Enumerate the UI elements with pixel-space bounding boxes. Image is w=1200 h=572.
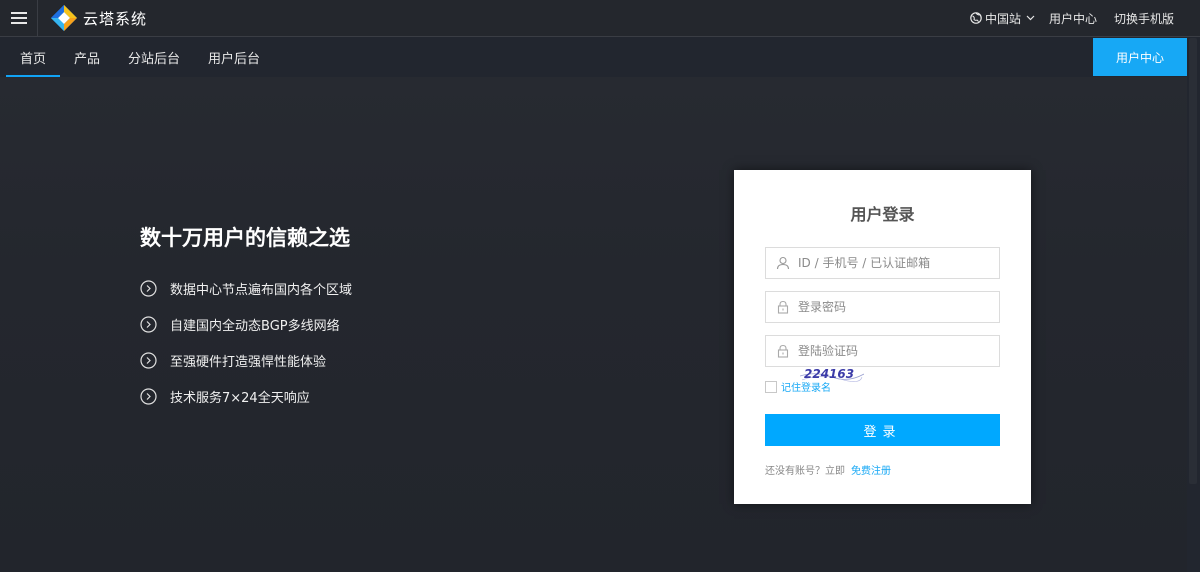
top-bar: 云塔系统 中国站 用户中心 切换手机版	[0, 0, 1200, 37]
mobile-version-link[interactable]: 切换手机版	[1114, 10, 1174, 27]
register-row: 还没有账号？立即 免费注册	[765, 462, 891, 477]
circle-chevron-right-icon	[140, 279, 157, 297]
feature-item: 自建国内全动态BGP多线网络	[140, 315, 352, 334]
globe-icon	[970, 12, 982, 24]
remember-checkbox[interactable]	[765, 380, 777, 393]
top-right-links: 中国站 用户中心 切换手机版	[970, 10, 1200, 27]
hamburger-icon	[10, 12, 27, 24]
circle-chevron-right-icon	[140, 387, 157, 405]
password-field[interactable]	[765, 291, 1000, 323]
circle-chevron-right-icon	[140, 351, 157, 369]
login-title: 用户登录	[850, 205, 915, 224]
logo-icon	[51, 5, 77, 31]
logo-text: 云塔系统	[83, 9, 148, 28]
feature-list: 数据中心节点遍布国内各个区域 自建国内全动态BGP多线网络 至强硬件打造强悍性能…	[140, 279, 352, 423]
username-field[interactable]	[765, 247, 1000, 279]
scrollbar-thumb[interactable]	[1189, 38, 1197, 484]
feature-text: 自建国内全动态BGP多线网络	[170, 318, 340, 334]
logo[interactable]: 云塔系统	[50, 4, 147, 32]
feature-item: 至强硬件打造强悍性能体验	[140, 351, 352, 370]
login-card: 用户登录 224163 记住登录名 登录	[734, 170, 1031, 504]
feature-item: 技术服务7×24全天响应	[140, 387, 352, 406]
hero-title: 数十万用户的信赖之选	[140, 226, 350, 250]
chevron-down-icon	[1026, 15, 1035, 21]
circle-chevron-right-icon	[140, 315, 157, 333]
captcha-input[interactable]	[798, 344, 988, 358]
lock-icon	[777, 344, 789, 358]
username-input[interactable]	[798, 256, 988, 270]
captcha-field[interactable]	[765, 335, 1000, 367]
password-input[interactable]	[798, 300, 988, 314]
user-icon	[776, 256, 790, 270]
feature-text: 数据中心节点遍布国内各个区域	[170, 282, 353, 298]
tab-substation-admin[interactable]: 分站后台	[114, 38, 194, 77]
tab-products[interactable]: 产品	[60, 38, 114, 77]
remember-me[interactable]: 记住登录名	[765, 379, 831, 394]
menu-button[interactable]	[0, 0, 38, 37]
feature-text: 至强硬件打造强悍性能体验	[170, 354, 327, 370]
nav-bar: 首页 产品 分站后台 用户后台 用户中心	[0, 38, 1200, 77]
tab-home[interactable]: 首页	[6, 38, 61, 77]
region-selector[interactable]: 中国站	[970, 10, 1035, 27]
region-label: 中国站	[984, 11, 1021, 26]
lock-icon	[777, 300, 789, 314]
user-center-button[interactable]: 用户中心	[1093, 38, 1187, 76]
register-link[interactable]: 免费注册	[851, 466, 891, 477]
feature-text: 技术服务7×24全天响应	[170, 390, 310, 406]
feature-item: 数据中心节点遍布国内各个区域	[140, 279, 353, 298]
login-button[interactable]: 登录	[765, 414, 1000, 446]
nav-tabs: 首页 产品 分站后台 用户后台	[6, 38, 274, 77]
register-prompt: 还没有账号？立即	[765, 466, 845, 477]
user-center-link[interactable]: 用户中心	[1049, 10, 1097, 27]
remember-label: 记住登录名	[781, 383, 831, 394]
tab-user-admin[interactable]: 用户后台	[194, 38, 274, 77]
